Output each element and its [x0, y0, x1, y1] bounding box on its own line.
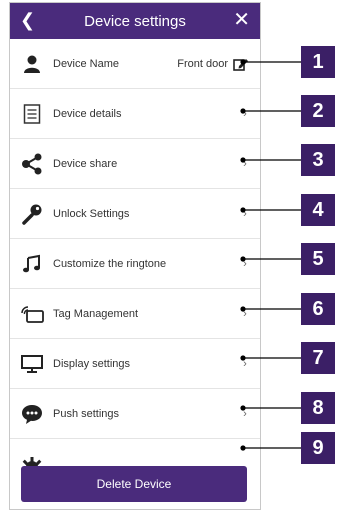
callout-badge-5: 5	[301, 243, 335, 275]
callout-badge-6: 6	[301, 293, 335, 325]
delete-device-button[interactable]: Delete Device	[21, 466, 247, 502]
row-label: Device details	[53, 107, 122, 120]
row-display-settings[interactable]: Display settings ›	[10, 339, 260, 389]
page-title: Device settings	[84, 12, 186, 30]
key-icon	[20, 202, 44, 226]
chevron-right-icon: ›	[243, 407, 247, 420]
row-unlock-settings[interactable]: Unlock Settings ›	[10, 189, 260, 239]
chevron-right-icon: ›	[243, 257, 247, 270]
row-label: Tag Management	[53, 307, 138, 320]
row-device-share[interactable]: Device share ›	[10, 139, 260, 189]
tag-nfc-icon	[20, 302, 44, 326]
row-partial-hidden[interactable]	[10, 439, 260, 467]
row-device-details[interactable]: Device details ›	[10, 89, 260, 139]
row-tag-management[interactable]: Tag Management ›	[10, 289, 260, 339]
music-note-icon	[20, 252, 44, 276]
row-push-settings[interactable]: Push settings ›	[10, 389, 260, 439]
row-label: Customize the ringtone	[53, 257, 167, 270]
edit-icon[interactable]	[232, 52, 250, 76]
row-label: Device share	[53, 157, 118, 170]
monitor-icon	[20, 352, 44, 376]
chevron-right-icon: ›	[243, 107, 247, 120]
row-label: Device Name	[53, 57, 120, 70]
callout-badge-9: 9	[301, 432, 335, 464]
chevron-right-icon: ›	[243, 357, 247, 370]
chevron-right-icon: ›	[243, 307, 247, 320]
share-icon	[20, 152, 44, 176]
callout-badge-3: 3	[301, 144, 335, 176]
person-icon	[20, 52, 44, 76]
settings-list: Device Name Front door Device details › …	[10, 39, 260, 467]
callout-badge-4: 4	[301, 194, 335, 226]
back-chevron-icon[interactable]: ❮	[20, 10, 35, 30]
callout-badge-7: 7	[301, 342, 335, 374]
row-device-name[interactable]: Device Name Front door	[10, 39, 260, 89]
close-icon[interactable]: ✕	[233, 9, 250, 31]
row-label: Push settings	[53, 407, 120, 420]
callout-badge-8: 8	[301, 392, 335, 424]
row-label: Unlock Settings	[53, 207, 130, 220]
chevron-right-icon: ›	[243, 157, 247, 170]
document-icon	[20, 102, 44, 126]
chevron-right-icon: ›	[243, 207, 247, 220]
callout-badge-2: 2	[301, 95, 335, 127]
callout-badge-1: 1	[301, 46, 335, 78]
row-label: Display settings	[53, 357, 131, 370]
app-header: ❮ Device settings ✕	[10, 3, 260, 39]
row-customize-ringtone[interactable]: Customize the ringtone ›	[10, 239, 260, 289]
chat-bubble-icon	[20, 402, 44, 426]
device-settings-screen: ❮ Device settings ✕ Device Name Front do…	[9, 2, 261, 510]
device-name-value: Front door	[177, 57, 228, 70]
